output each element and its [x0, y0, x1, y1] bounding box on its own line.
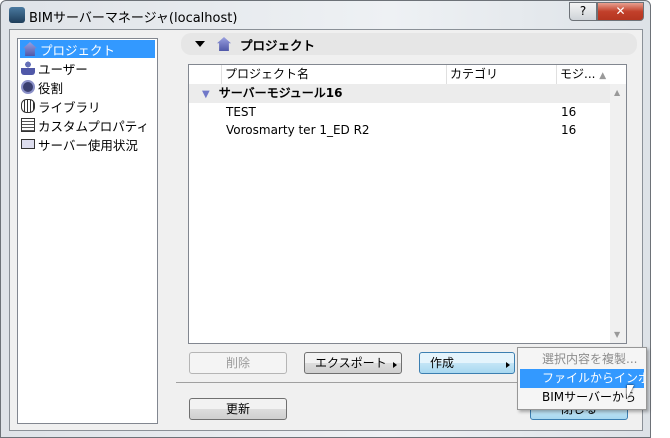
sidebar: プロジェクト ユーザー 役割 ライブラリ カスタムプロパティ サーバー使用状況 — [17, 38, 158, 424]
sidebar-item-label: 役割 — [38, 80, 64, 96]
submenu-arrow-icon — [393, 362, 397, 368]
create-dropdown-menu: 選択内容を複製... ファイルからインポ... BIMサーバーから — [517, 347, 647, 410]
close-window-button[interactable]: ✕ — [597, 2, 644, 21]
collapse-triangle-icon[interactable] — [195, 41, 205, 47]
column-header-label: モジ... — [560, 67, 596, 81]
menu-item-import-from-file[interactable]: ファイルからインポ... — [520, 369, 644, 388]
sidebar-item-label: カスタムプロパティ — [38, 118, 150, 134]
table-row[interactable]: Vorosmarty ter 1_ED R2 16 — [189, 121, 611, 139]
properties-icon — [21, 118, 35, 132]
export-button[interactable]: エクスポート — [304, 352, 402, 374]
library-icon — [21, 99, 35, 113]
usage-icon — [21, 139, 35, 149]
group-row[interactable]: ▼ サーバーモジュール16 — [189, 84, 611, 103]
scroll-up-icon[interactable]: ▲ — [614, 88, 620, 97]
cell-module: 16 — [561, 123, 577, 137]
cell-module: 16 — [561, 105, 577, 119]
group-label: サーバーモジュール16 — [218, 86, 343, 100]
export-label: エクスポート — [315, 356, 387, 370]
sort-ascending-icon: ▲ — [599, 71, 607, 81]
sidebar-item-label: プロジェクト — [40, 42, 116, 58]
create-button[interactable]: 作成 — [419, 352, 515, 374]
user-icon — [21, 61, 35, 75]
cell-name: TEST — [226, 105, 256, 119]
sidebar-item-library[interactable]: ライブラリ — [18, 97, 157, 115]
column-header-module[interactable]: モジ... ▲ — [557, 65, 611, 84]
scroll-down-icon[interactable]: ▼ — [614, 330, 620, 339]
create-label: 作成 — [430, 356, 455, 370]
sidebar-item-label: ユーザー — [38, 61, 88, 77]
column-header-name[interactable]: プロジェクト名 — [222, 65, 447, 84]
delete-button[interactable]: 削除 — [189, 352, 287, 374]
cell-name: Vorosmarty ter 1_ED R2 — [226, 123, 370, 137]
app-icon — [9, 7, 25, 23]
role-icon — [21, 80, 35, 94]
window-title: BIMサーバーマネージャ(localhost) — [29, 11, 238, 26]
sidebar-item-users[interactable]: ユーザー — [18, 59, 157, 77]
submenu-arrow-icon — [506, 362, 510, 368]
sidebar-item-projects[interactable]: プロジェクト — [20, 40, 155, 58]
house-icon — [23, 42, 37, 56]
column-header-blank — [189, 65, 222, 84]
help-button[interactable]: ? — [569, 2, 597, 21]
section-title: プロジェクト — [240, 37, 316, 53]
mouse-cursor-icon — [627, 385, 634, 399]
sidebar-item-custom-properties[interactable]: カスタムプロパティ — [18, 116, 157, 134]
project-table: プロジェクト名 カテゴリ モジ... ▲ ▼ サーバーモジュール16 TEST 16… — [188, 64, 627, 344]
refresh-button[interactable]: 更新 — [189, 398, 287, 420]
menu-item-duplicate-selection[interactable]: 選択内容を複製... — [520, 350, 644, 369]
house-icon — [217, 37, 231, 51]
vertical-scrollbar[interactable]: ▲ ▼ — [610, 84, 626, 343]
sidebar-item-label: サーバー使用状況 — [38, 137, 138, 153]
section-header: プロジェクト — [181, 33, 637, 55]
sidebar-item-roles[interactable]: 役割 — [18, 78, 157, 96]
table-row[interactable]: TEST 16 — [189, 103, 611, 121]
expand-triangle-icon[interactable]: ▼ — [202, 89, 210, 100]
sidebar-item-server-usage[interactable]: サーバー使用状況 — [18, 135, 157, 153]
column-header-category[interactable]: カテゴリ — [447, 65, 557, 84]
sidebar-item-label: ライブラリ — [38, 99, 101, 115]
menu-item-from-bim-server[interactable]: BIMサーバーから — [520, 388, 644, 407]
